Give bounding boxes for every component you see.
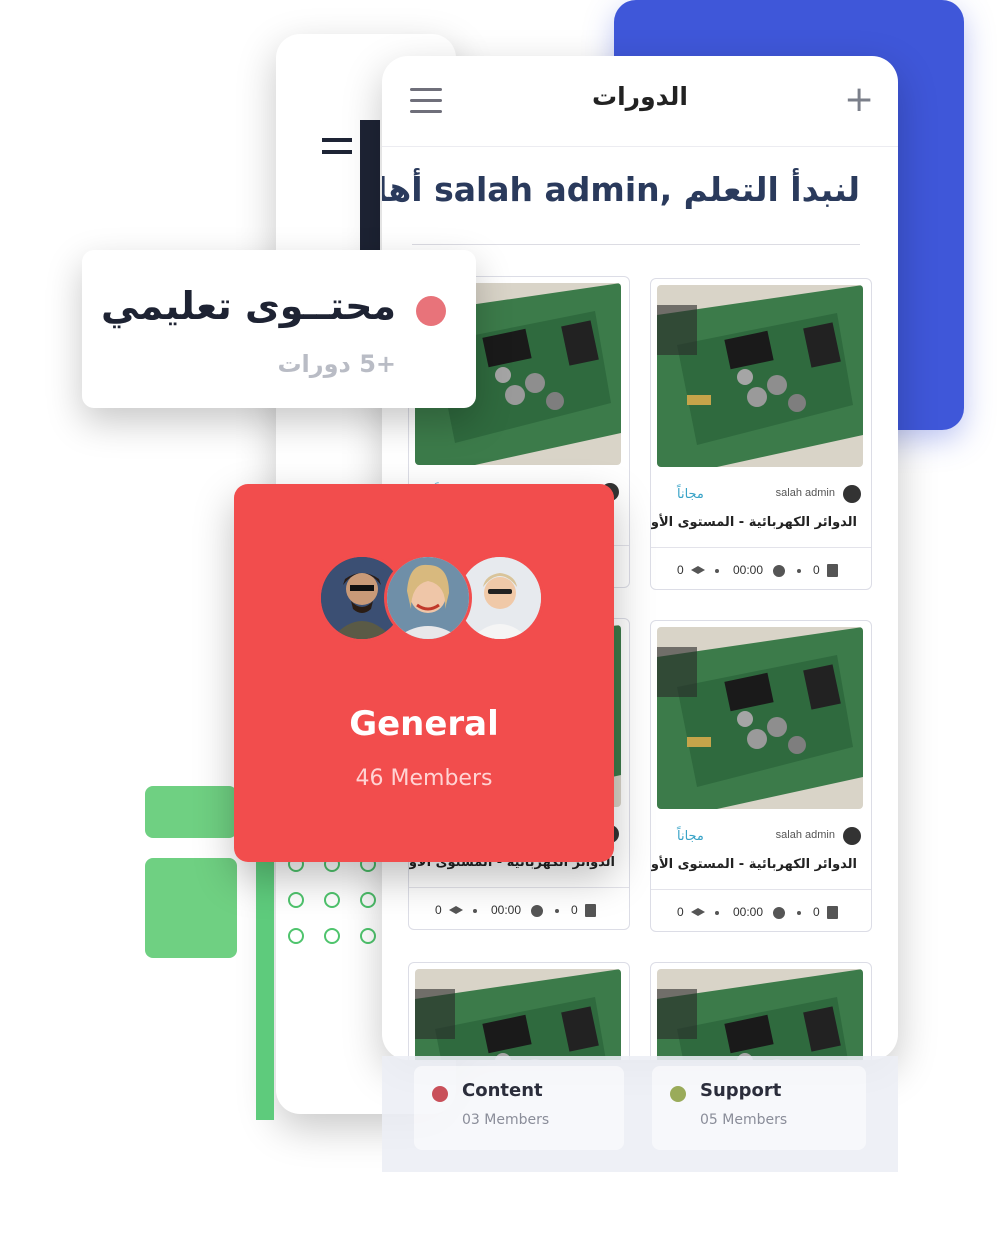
content-card-subtitle: +5 دورات <box>277 350 396 378</box>
card-divider <box>651 889 871 890</box>
app-header: الدورات + <box>382 56 898 147</box>
separator-dot <box>473 909 477 913</box>
course-card[interactable]: salah admin مجاناً الدوائر الكهربائية - ال… <box>650 620 872 932</box>
separator-dot <box>797 911 801 915</box>
course-price: مجاناً <box>677 487 704 502</box>
decor-dash <box>322 138 352 142</box>
group-title: General <box>349 704 499 744</box>
group-members: 05 Members <box>700 1112 788 1128</box>
content-card-title: محتــوى تعليمي <box>101 284 396 328</box>
course-stats: 0 00:00 0 <box>677 563 857 579</box>
course-card[interactable] <box>408 962 630 1060</box>
decor-green-bar <box>145 786 237 838</box>
course-title[interactable]: الدوائر الكهربائية - المستوى الأول <box>651 857 857 872</box>
separator-dot <box>555 909 559 913</box>
group-title: Support <box>700 1080 782 1101</box>
lessons-count: 0 <box>571 903 578 917</box>
decor-dark-strip <box>360 120 380 270</box>
bottom-groups: Content 03 Members Support 05 Members <box>382 1056 898 1172</box>
decor-dot-grid <box>288 856 388 956</box>
course-card[interactable]: salah admin مجاناً الدوائر الكهربائية - ال… <box>650 278 872 590</box>
page-title: الدورات <box>591 82 689 111</box>
duration-value: 00:00 <box>491 903 522 917</box>
book-icon <box>827 906 838 919</box>
students-count: 0 <box>677 905 684 919</box>
students-count: 0 <box>677 563 684 577</box>
status-dot <box>416 296 446 326</box>
course-thumbnail[interactable] <box>657 969 863 1060</box>
card-divider <box>651 547 871 548</box>
avatar <box>384 554 472 642</box>
greeting-text: أهلا salah admin, لنبدأ التعلم <box>382 170 860 209</box>
duration-value: 00:00 <box>733 905 764 919</box>
course-meta: salah admin مجاناً <box>661 485 861 505</box>
clock-icon <box>531 905 543 917</box>
lessons-count: 0 <box>813 905 820 919</box>
author-name[interactable]: salah admin <box>776 829 835 841</box>
book-icon <box>585 904 596 917</box>
course-thumbnail[interactable] <box>657 627 863 809</box>
clock-icon <box>773 565 785 577</box>
content-stat-card: محتــوى تعليمي +5 دورات <box>82 250 476 408</box>
lessons-count: 0 <box>813 563 820 577</box>
group-members: 46 Members <box>355 766 493 791</box>
graduation-cap-icon <box>449 906 463 914</box>
separator-dot <box>715 911 719 915</box>
decor-green-line <box>256 840 274 1120</box>
author-avatar <box>843 827 861 845</box>
course-price: مجاناً <box>677 829 704 844</box>
status-dot <box>670 1086 686 1102</box>
group-card-content[interactable]: Content 03 Members <box>414 1066 624 1150</box>
divider <box>412 244 860 245</box>
decor-green-bar <box>145 858 237 958</box>
course-title[interactable]: الدوائر الكهربائية - المستوى الأول <box>651 515 857 530</box>
course-thumbnail[interactable] <box>657 285 863 467</box>
author-avatar <box>843 485 861 503</box>
graduation-cap-icon <box>691 908 705 916</box>
hamburger-icon[interactable] <box>410 88 442 113</box>
course-meta: salah admin مجاناً <box>661 827 861 847</box>
book-icon <box>827 564 838 577</box>
group-card-support[interactable]: Support 05 Members <box>652 1066 866 1150</box>
clock-icon <box>773 907 785 919</box>
card-divider <box>409 887 629 888</box>
plus-icon[interactable]: + <box>844 82 874 118</box>
course-stats: 0 00:00 0 <box>435 903 615 919</box>
duration-value: 00:00 <box>733 563 764 577</box>
general-group-card[interactable]: General 46 Members <box>234 484 614 862</box>
students-count: 0 <box>435 903 442 917</box>
course-thumbnail[interactable] <box>415 969 621 1060</box>
author-name[interactable]: salah admin <box>776 487 835 499</box>
separator-dot <box>797 569 801 573</box>
group-members: 03 Members <box>462 1112 550 1128</box>
course-stats: 0 00:00 0 <box>677 905 857 921</box>
decor-dash <box>322 150 352 154</box>
graduation-cap-icon <box>691 566 705 574</box>
group-title: Content <box>462 1080 543 1101</box>
separator-dot <box>715 569 719 573</box>
course-card[interactable] <box>650 962 872 1060</box>
status-dot <box>432 1086 448 1102</box>
